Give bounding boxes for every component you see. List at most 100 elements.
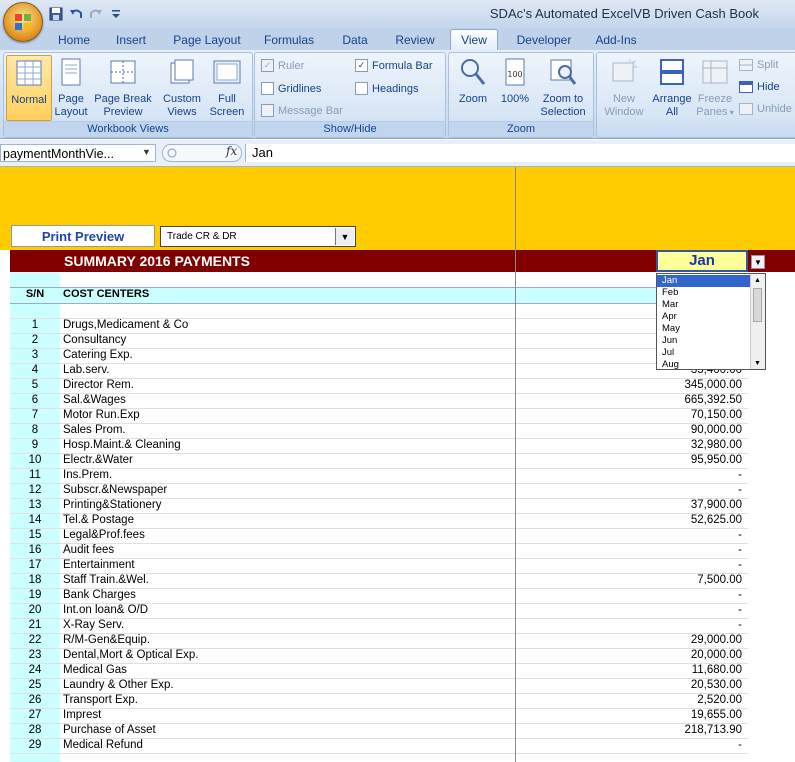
formula-input[interactable]: Jan	[245, 144, 795, 162]
page-break-preview-button[interactable]: Page Break Preview	[92, 55, 154, 119]
month-option[interactable]: Jun	[657, 335, 751, 347]
split-button[interactable]: Split	[739, 59, 778, 71]
table-row[interactable]: 2 Consultancy	[10, 333, 748, 349]
table-row[interactable]: 4 Lab.serv. 35,400.00	[10, 363, 748, 379]
table-row[interactable]: 10 Electr.&Water 95,950.00	[10, 453, 748, 469]
tab-page-layout[interactable]: Page Layout	[165, 31, 249, 50]
table-row[interactable]: 6 Sal.&Wages 665,392.50	[10, 393, 748, 409]
table-row[interactable]: 18 Staff Train.&Wel. 7,500.00	[10, 573, 748, 589]
table-row[interactable]: 26 Transport Exp. 2,520.00	[10, 693, 748, 709]
name-box-dropdown-icon[interactable]: ▼	[142, 147, 151, 157]
tab-home[interactable]: Home	[48, 31, 100, 50]
zoom-button[interactable]: Zoom	[453, 55, 493, 106]
tab-add-ins[interactable]: Add-Ins	[590, 31, 642, 50]
month-dropdown-icon[interactable]: ▼	[751, 255, 765, 269]
month-option[interactable]: Jan	[657, 275, 751, 287]
office-button[interactable]	[3, 2, 43, 42]
quick-access-toolbar	[48, 5, 124, 23]
split-icon	[739, 59, 753, 71]
table-row[interactable]: 8 Sales Prom. 90,000.00	[10, 423, 748, 439]
custom-views-button[interactable]: Custom Views	[160, 55, 204, 119]
arrange-all-button[interactable]: Arrange All	[649, 55, 695, 119]
table-row[interactable]: 7 Motor Run.Exp 70,150.00	[10, 408, 748, 424]
scroll-thumb[interactable]	[753, 288, 762, 322]
message-bar-checkbox[interactable]: Message Bar	[261, 104, 343, 117]
worksheet[interactable]: Print Preview Trade CR & DR ▼ SUMMARY 20…	[0, 167, 795, 762]
combo-dropdown-icon[interactable]: ▼	[335, 228, 354, 245]
row-cost-center: Consultancy	[63, 334, 127, 346]
table-row[interactable]: 22 R/M-Gen&Equip. 29,000.00	[10, 633, 748, 649]
customize-icon[interactable]	[108, 6, 124, 22]
formula-bar-checkbox[interactable]: ✓ Formula Bar	[355, 59, 433, 72]
print-preview-button[interactable]: Print Preview	[11, 225, 155, 247]
tab-insert[interactable]: Insert	[104, 31, 158, 50]
month-option[interactable]: Feb	[657, 287, 751, 299]
save-icon[interactable]	[48, 6, 64, 22]
table-row[interactable]: 23 Dental,Mort & Optical Exp. 20,000.00	[10, 648, 748, 664]
table-row[interactable]: 25 Laundry & Other Exp. 20,530.00	[10, 678, 748, 694]
row-cost-center: Ins.Prem.	[63, 469, 113, 481]
table-row[interactable]: 21 X-Ray Serv. -	[10, 618, 748, 634]
month-option[interactable]: Apr	[657, 311, 751, 323]
tab-view[interactable]: View	[450, 29, 498, 51]
table-row[interactable]: 12 Subscr.&Newspaper -	[10, 483, 748, 499]
row-amount: -	[738, 589, 742, 601]
table-row[interactable]: 13 Printing&Stationery 37,900.00	[10, 498, 748, 514]
full-screen-label-1: Full	[218, 93, 236, 105]
row-amount: 2,520.00	[697, 694, 742, 706]
normal-view-button[interactable]: Normal	[6, 55, 52, 121]
scroll-up-icon[interactable]: ▲	[751, 274, 764, 286]
headings-checkbox[interactable]: Headings	[355, 82, 418, 95]
month-selector[interactable]: Jan	[656, 250, 748, 272]
hide-label: Hide	[757, 81, 780, 93]
freeze-panes-button[interactable]: Freeze Panes ▾	[695, 55, 735, 119]
ruler-checkbox[interactable]: ✓ Ruler	[261, 59, 304, 72]
dropdown-scrollbar[interactable]: ▲ ▼	[750, 274, 765, 369]
new-window-button[interactable]: New Window	[599, 55, 649, 119]
formula-bar: paymentMonthVie... ▼ fx Jan	[0, 140, 795, 167]
full-screen-button[interactable]: Full Screen	[206, 55, 248, 119]
hide-button[interactable]: Hide	[739, 81, 780, 93]
row-cost-center: Transport Exp.	[63, 694, 138, 706]
blank-row[interactable]	[10, 303, 748, 319]
table-row[interactable]: 16 Audit fees -	[10, 543, 748, 559]
table-row[interactable]: 11 Ins.Prem. -	[10, 468, 748, 484]
unhide-button[interactable]: Unhide	[739, 103, 792, 115]
page-layout-view-button[interactable]: Page Layout	[52, 55, 90, 119]
tab-review[interactable]: Review	[386, 31, 444, 50]
page-break-label-2: Preview	[103, 106, 143, 118]
table-row[interactable]: 9 Hosp.Maint.& Cleaning 32,980.00	[10, 438, 748, 454]
tab-developer[interactable]: Developer	[504, 31, 584, 50]
name-box[interactable]: paymentMonthVie...	[0, 144, 156, 162]
month-dropdown-list[interactable]: Jan Feb Mar Apr May Jun Jul Aug ▲ ▼	[656, 273, 766, 370]
tab-formulas[interactable]: Formulas	[256, 31, 322, 50]
table-row[interactable]: 19 Bank Charges -	[10, 588, 748, 604]
gridlines-checkbox[interactable]: Gridlines	[261, 82, 321, 95]
table-row[interactable]: 28 Purchase of Asset 218,713.90	[10, 723, 748, 739]
table-row[interactable]: 15 Legal&Prof.fees -	[10, 528, 748, 544]
table-row[interactable]: 17 Entertainment -	[10, 558, 748, 574]
table-row[interactable]: 5 Director Rem. 345,000.00	[10, 378, 748, 394]
table-row[interactable]: 14 Tel.& Postage 52,625.00	[10, 513, 748, 529]
table-row[interactable]: 3 Catering Exp.	[10, 348, 748, 364]
row-sn: 19	[28, 589, 42, 601]
row-cost-center: Dental,Mort & Optical Exp.	[63, 649, 199, 661]
zoom-label: Zoom	[458, 93, 488, 105]
table-row[interactable]: 27 Imprest 19,655.00	[10, 708, 748, 724]
insert-function-icon[interactable]: fx	[226, 144, 237, 158]
table-row[interactable]: 20 Int.on loan& O/D -	[10, 603, 748, 619]
redo-icon[interactable]	[88, 6, 104, 22]
zoom-100-button[interactable]: 100 100%	[495, 55, 535, 106]
month-option[interactable]: Jul	[657, 347, 751, 359]
table-row[interactable]: 24 Medical Gas 11,680.00	[10, 663, 748, 679]
undo-icon[interactable]	[68, 6, 84, 22]
table-row[interactable]: 29 Medical Refund -	[10, 738, 748, 754]
tab-data[interactable]: Data	[330, 31, 380, 50]
scroll-down-icon[interactable]: ▼	[751, 357, 764, 369]
report-type-combo[interactable]: Trade CR & DR ▼	[160, 226, 356, 247]
table-row[interactable]: 1 Drugs,Medicament & Co	[10, 318, 748, 334]
month-option[interactable]: May	[657, 323, 751, 335]
month-option[interactable]: Mar	[657, 299, 751, 311]
month-option[interactable]: Aug	[657, 359, 751, 371]
zoom-to-selection-button[interactable]: Zoom to Selection	[537, 55, 589, 119]
